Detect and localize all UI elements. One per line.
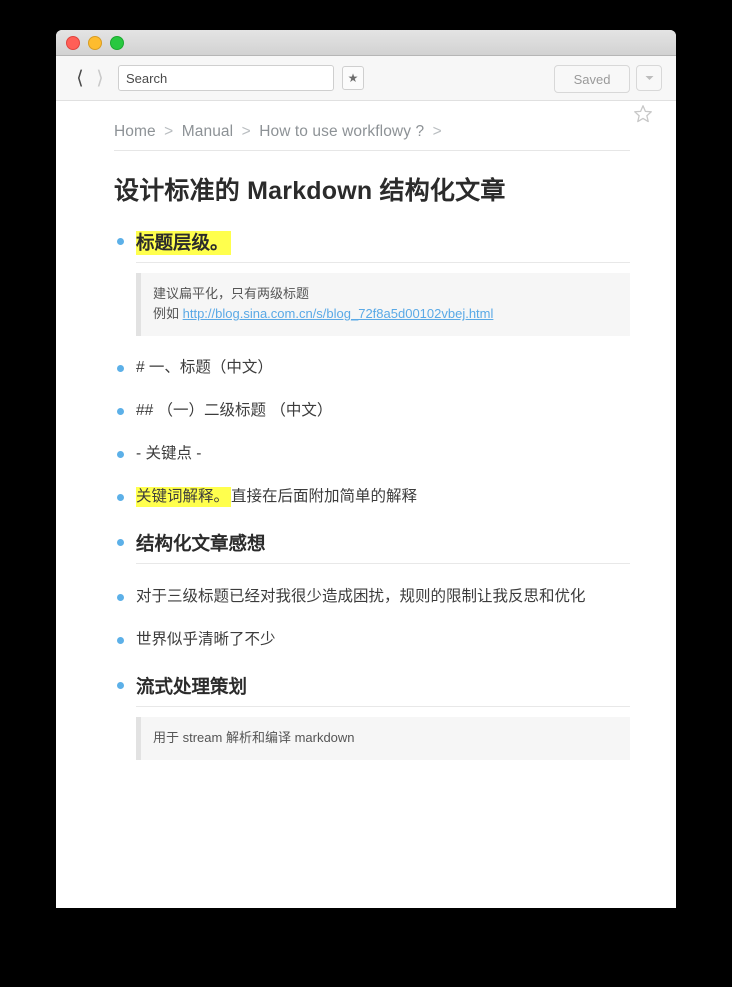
outline-item-row[interactable]: # 一、标题（中文） — [114, 358, 630, 379]
note-box: 建议扁平化，只有两级标题 例如 http://blog.sina.com.cn/… — [136, 273, 630, 337]
bullet-dot[interactable] — [117, 636, 124, 644]
note-line: 用于 stream 解析和编译 markdown — [153, 729, 355, 745]
breadcrumb: Home > Manual > How to use workflowy ? > — [114, 123, 630, 151]
note-line: 例如 http://blog.sina.com.cn/s/blog_72f8a5… — [153, 304, 618, 324]
star-filled-icon[interactable]: ★ — [342, 66, 364, 90]
outline-heading-text: 结构化文章感想 — [136, 530, 630, 564]
saved-button[interactable]: Saved — [554, 65, 630, 93]
outline-item-row[interactable]: - 关键点 - — [114, 444, 630, 465]
breadcrumb-item-manual[interactable]: Manual — [182, 123, 233, 140]
minimize-button[interactable] — [88, 36, 102, 50]
outline-heading-text: 流式处理策划 — [136, 673, 630, 707]
outline-heading-row[interactable]: 流式处理策划 用于 stream 解析和编译 markdown — [114, 673, 630, 760]
zoom-button[interactable] — [110, 36, 124, 50]
breadcrumb-separator: > — [164, 123, 174, 140]
breadcrumb-separator: > — [432, 123, 442, 140]
titlebar — [56, 30, 676, 56]
breadcrumb-separator: > — [241, 123, 251, 140]
toolbar: ⟨ ⟩ ★ Saved — [56, 56, 676, 101]
note-link-prefix: 例如 — [153, 306, 183, 322]
note-link[interactable]: http://blog.sina.com.cn/s/blog_72f8a5d00… — [183, 306, 494, 321]
highlighted-text: 标题层级。 — [136, 231, 231, 255]
highlighted-text: 关键词解释。 — [136, 487, 232, 508]
outline-item-text: 世界似乎清晰了不少 — [136, 630, 276, 648]
forward-icon[interactable]: ⟩ — [90, 65, 110, 91]
outline-item-text: ## （一）二级标题 （中文） — [136, 402, 333, 420]
outline-item-rest: 直接在后面附加简单的解释 — [231, 488, 418, 506]
toolbar-right-group: Saved — [554, 65, 662, 93]
bullet-dot[interactable] — [117, 681, 124, 689]
bullet-dot[interactable] — [117, 494, 124, 502]
outline-heading-row[interactable]: 结构化文章感想 — [114, 530, 630, 564]
chevron-down-icon[interactable] — [636, 65, 662, 91]
close-button[interactable] — [66, 36, 80, 50]
bullet-dot[interactable] — [117, 408, 124, 416]
outline-heading-row[interactable]: 标题层级。 建议扁平化，只有两级标题 例如 http://blog.sina.c… — [114, 229, 630, 337]
bullet-dot[interactable] — [117, 238, 124, 245]
outline-item-text: - 关键点 - — [136, 445, 202, 463]
outline-item-row[interactable]: 对于三级标题已经对我很少造成困扰，规则的限制让我反思和优化 — [114, 587, 630, 608]
breadcrumb-item-home[interactable]: Home — [114, 123, 156, 140]
app-window: ⟨ ⟩ ★ Saved Home > Manual > How to use w… — [56, 30, 676, 908]
search-input[interactable] — [118, 65, 334, 91]
outline-item-row[interactable]: 关键词解释。 直接在后面附加简单的解释 — [114, 487, 630, 508]
bullet-dot[interactable] — [117, 365, 124, 373]
page-title: 设计标准的 Markdown 结构化文章 — [114, 177, 506, 205]
back-icon[interactable]: ⟨ — [70, 65, 90, 91]
note-box: 用于 stream 解析和编译 markdown — [136, 716, 630, 760]
outline-item-row[interactable]: ## （一）二级标题 （中文） — [114, 401, 630, 422]
note-line: 建议扁平化，只有两级标题 — [153, 286, 310, 301]
outline-item-text: # 一、标题（中文） — [136, 359, 273, 377]
bullet-dot[interactable] — [117, 593, 124, 601]
breadcrumb-item-how-to-use-workflowy[interactable]: How to use workflowy ? — [259, 123, 424, 140]
bullet-dot[interactable] — [117, 538, 124, 546]
outline-item-text: 关键词解释。 直接在后面附加简单的解释 — [136, 487, 630, 508]
outline-item-text: 对于三级标题已经对我很少造成困扰，规则的限制让我反思和优化 — [136, 587, 586, 605]
outline-heading-text: 标题层级。 — [136, 229, 630, 263]
outline-item-row[interactable]: 世界似乎清晰了不少 — [114, 630, 630, 651]
favorite-star-icon[interactable] — [632, 103, 654, 125]
bullet-dot[interactable] — [117, 451, 124, 459]
document-content: Home > Manual > How to use workflowy ? >… — [56, 101, 676, 760]
traffic-lights — [66, 36, 124, 50]
